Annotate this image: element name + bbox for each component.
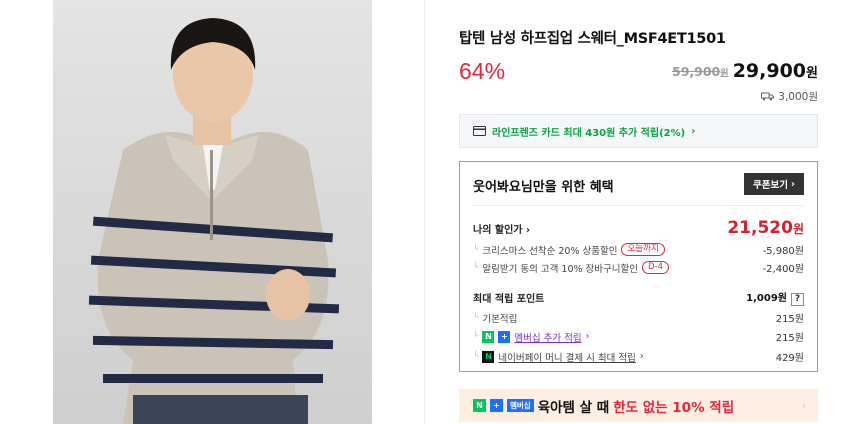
shipping-fee-value: 3,000원 (778, 91, 818, 103)
my-discount-link[interactable]: 나의 할인가 › (473, 221, 530, 236)
promo-highlight-text: 한도 없는 10% 적립 (613, 399, 735, 416)
credit-card-icon (473, 126, 486, 136)
discount-detail-row: └ 크리스마스 선착순 20% 상품할인 오늘까지 -5,980원 (473, 242, 804, 257)
truck-icon (761, 92, 775, 101)
naver-n-icon: N (473, 399, 486, 412)
divider (473, 205, 804, 206)
membership-promo-banner[interactable]: N + 멤버십 육아템 살 때 한도 없는 10% 적립 › (459, 389, 818, 422)
discount-detail-row: └ 알림받기 동의 고객 10% 장바구니할인 D-4 -2,400원 (473, 260, 804, 275)
section-divider (424, 0, 425, 424)
shipping-fee: 3,000원 (761, 89, 818, 104)
sale-price-unit: 원 (806, 66, 818, 81)
notification-discount-value: -2,400원 (762, 264, 804, 275)
promo-main-text: 육아템 살 때 (537, 399, 610, 416)
benefit-panel: 웃어봐요님만을 위한 혜택 쿠폰보기 › 나의 할인가 › 21,520원 └ 크… (459, 161, 818, 372)
discount-rate: 64% (459, 58, 506, 84)
points-detail-row: └ N 네이버페이 머니 결제 시 최대 적립 › 429원 (473, 349, 804, 364)
my-discount-row: 나의 할인가 › 21,520원 (473, 218, 804, 238)
coupon-view-button[interactable]: 쿠폰보기 › (744, 173, 804, 195)
original-price: 59,900원 (672, 64, 729, 79)
chevron-right-icon: › (791, 178, 795, 190)
branch-icon: └ (473, 331, 479, 342)
basic-points-value: 215원 (775, 314, 804, 325)
chevron-right-icon: › (639, 351, 644, 362)
chevron-right-icon: › (691, 125, 696, 137)
membership-chip: 멤버십 (507, 399, 534, 412)
original-price-unit: 원 (720, 69, 729, 79)
product-image[interactable] (53, 0, 372, 424)
chevron-right-icon: › (585, 331, 590, 342)
branch-icon: └ (473, 312, 479, 323)
sale-price-value: 29,900 (732, 60, 807, 82)
plus-icon: + (490, 399, 503, 412)
card-benefit-banner[interactable]: 라인프렌즈 카드 최대 430원 추가 적립(2%) › (459, 114, 818, 148)
points-detail-row: └ N + 멤버십 추가 적립 › 215원 (473, 329, 804, 344)
my-discount-price: 21,520원 (727, 218, 804, 238)
naverpay-points-value: 429원 (775, 353, 804, 364)
my-discount-label: 나의 할인가 (473, 224, 523, 236)
points-value: 1,009원 (746, 293, 787, 304)
points-row: 최대 적립 포인트 1,009원? (473, 289, 804, 306)
naver-pay-icon: N (482, 350, 495, 363)
points-help-icon[interactable]: ? (791, 292, 804, 306)
naver-n-icon: N (482, 330, 495, 343)
christmas-discount-value: -5,980원 (762, 246, 804, 257)
product-title: 탑텐 남성 하프집업 스웨터_MSF4ET1501 (459, 31, 726, 47)
my-discount-price-unit: 원 (792, 222, 804, 236)
chevron-right-icon: › (801, 399, 806, 412)
membership-points-value: 215원 (775, 333, 804, 344)
card-benefit-text: 라인프렌즈 카드 최대 430원 추가 적립(2%) (492, 127, 686, 139)
d-day-badge: D-4 (641, 261, 670, 274)
christmas-discount-label: 크리스마스 선착순 20% 상품할인 (482, 245, 618, 257)
sale-price: 29,900원 (733, 60, 818, 82)
points-total: 1,009원? (746, 289, 804, 306)
product-photo-illustration (53, 0, 372, 424)
plus-icon: + (498, 330, 511, 343)
coupon-view-label: 쿠폰보기 (753, 180, 789, 191)
branch-icon: └ (473, 244, 479, 255)
points-label: 최대 적립 포인트 (473, 293, 545, 305)
branch-icon: └ (473, 351, 479, 362)
points-detail-row: └ 기본적립 215원 (473, 310, 804, 326)
naverpay-points-link[interactable]: 네이버페이 머니 결제 시 최대 적립 (498, 350, 635, 364)
chevron-right-icon: › (525, 224, 531, 236)
membership-points-link[interactable]: 멤버십 추가 적립 (514, 330, 581, 344)
my-discount-price-value: 21,520 (727, 218, 793, 238)
basic-points-label: 기본적립 (482, 313, 518, 325)
notification-discount-label: 알림받기 동의 고객 10% 장바구니할인 (482, 263, 638, 275)
original-price-value: 59,900 (672, 64, 721, 79)
benefit-heading: 웃어봐요님만을 위한 혜택 (473, 180, 614, 195)
branch-icon: └ (473, 262, 479, 273)
today-only-badge: 오늘까지 (621, 243, 665, 256)
